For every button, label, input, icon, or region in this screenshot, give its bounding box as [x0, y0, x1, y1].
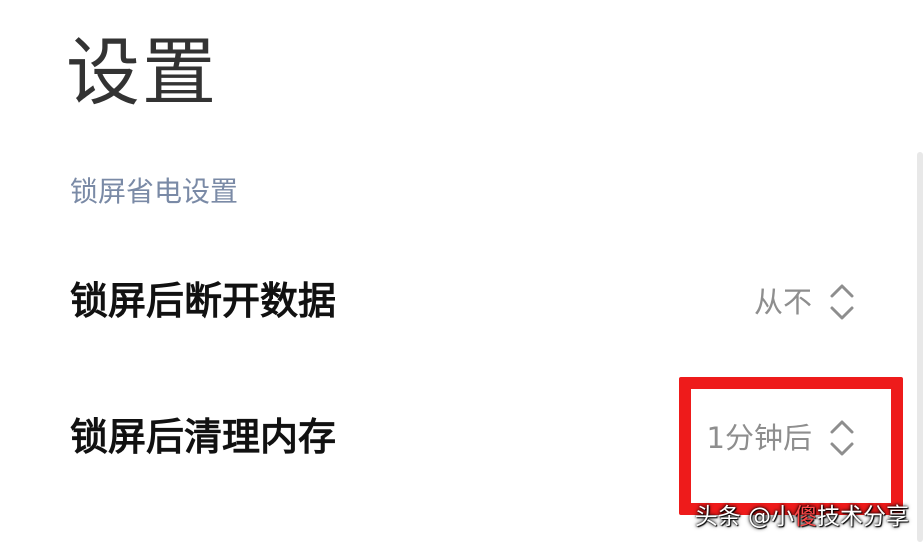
watermark-suffix: 技术分享: [817, 504, 909, 530]
setting-value[interactable]: 从不: [754, 282, 812, 322]
setting-label: 锁屏后清理内存: [70, 415, 337, 459]
setting-row-clear-memory[interactable]: 锁屏后清理内存 1分钟后: [70, 402, 870, 472]
setting-row-disconnect-data[interactable]: 锁屏后断开数据 从不: [70, 266, 870, 336]
watermark-accent: 傻: [794, 504, 817, 530]
page-title: 设置: [66, 30, 218, 116]
scrollbar[interactable]: [917, 152, 923, 542]
watermark: 头条 @小傻技术分享: [695, 502, 909, 532]
section-header-lockscreen-power: 锁屏省电设置: [70, 175, 239, 208]
watermark-prefix: 头条 @小: [694, 504, 794, 530]
chevron-up-down-icon[interactable]: [828, 416, 856, 460]
settings-screen: 设置 锁屏省电设置 锁屏后断开数据 从不 锁屏后清理内存 1分钟后 头条 @小傻…: [0, 0, 923, 542]
setting-value[interactable]: 1分钟后: [707, 418, 812, 458]
setting-label: 锁屏后断开数据: [70, 279, 337, 323]
chevron-up-down-icon[interactable]: [828, 280, 856, 324]
